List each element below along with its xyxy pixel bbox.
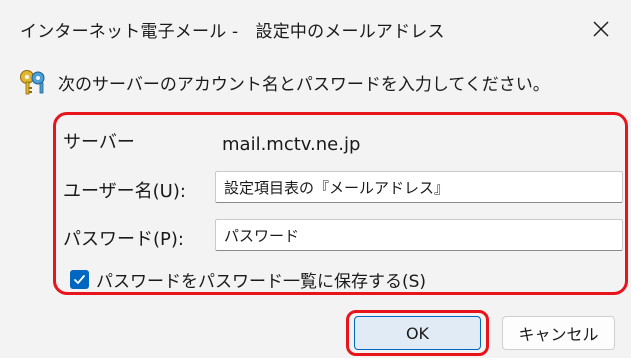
cancel-button[interactable]: キャンセル [502,316,615,350]
message-row: 次のサーバーのアカウント名とパスワードを入力してください。 [18,64,550,100]
save-password-checkbox[interactable] [70,270,89,289]
dialog-title: インターネット電子メール - 設定中のメールアドレス [20,22,445,42]
save-password-label[interactable]: パスワードをパスワード一覧に保存する(S) [96,267,426,292]
title-bar: インターネット電子メール - 設定中のメールアドレス [0,0,631,56]
ok-button[interactable]: OK [354,316,481,350]
password-field[interactable] [215,219,623,251]
username-field[interactable] [215,171,623,203]
close-button[interactable] [584,14,618,44]
close-icon [593,21,609,37]
server-label: サーバー [63,132,135,153]
password-label: パスワード(P): [63,229,184,250]
save-password-option[interactable]: パスワードをパスワード一覧に保存する(S) [70,267,426,292]
username-label: ユーザー名(U): [63,181,186,202]
keys-icon [20,70,45,95]
instruction-message: 次のサーバーのアカウント名とパスワードを入力してください。 [58,74,550,95]
checkmark-icon [74,275,85,284]
server-value: mail.mctv.ne.jp [222,134,361,155]
